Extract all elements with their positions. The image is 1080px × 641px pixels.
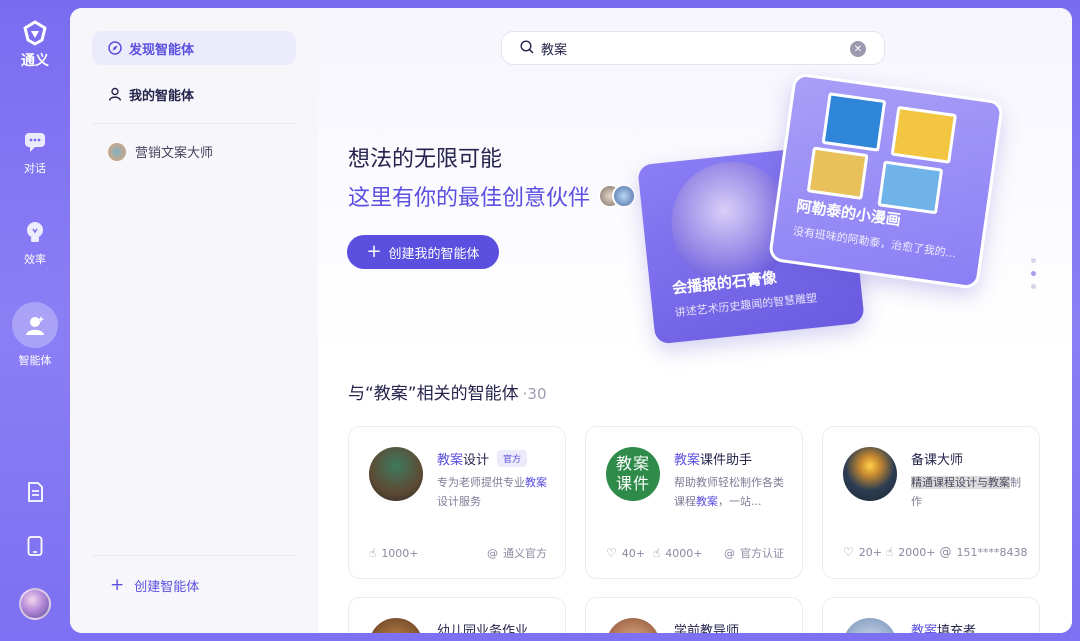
agent-card[interactable]: 教案 填充者 xyxy=(822,597,1040,633)
bulb-icon xyxy=(23,221,47,245)
rail-item-agents[interactable]: 智能体 xyxy=(0,302,70,368)
left-rail: 通义 对话 效率 智能体 xyxy=(0,0,70,641)
agent-name: 教案 填充者 xyxy=(911,624,977,633)
nav-my-agents[interactable]: 我的智能体 xyxy=(92,77,296,111)
hero-title: 想法的无限可能 xyxy=(348,147,503,172)
recent-agent-label: 营销文案大师 xyxy=(135,146,214,161)
at-icon: @ xyxy=(939,545,952,559)
agent-desc: 精通课程设计与教案制作 xyxy=(911,476,1021,508)
compass-icon xyxy=(108,41,122,55)
rail-item-label: 对话 xyxy=(24,162,46,175)
agent-name: 幼儿园业务作业... xyxy=(437,624,541,633)
sidebar: 发现智能体 我的智能体 营销文案大师 + 创建智能体 xyxy=(70,8,318,633)
sidebar-divider xyxy=(92,555,296,556)
official-badge: 官方 xyxy=(497,450,528,467)
content-area: ✕ 想法的无限可能 这里有你的最佳创意伙伴 + 创建我的智能体 会播报的石膏像 … xyxy=(318,8,1072,633)
agent-desc: 专为老师提供专业教案设计服务 xyxy=(437,476,547,508)
avatar-group xyxy=(598,184,637,208)
agent-avatar xyxy=(369,447,423,501)
main-panel: 发现智能体 我的智能体 营销文案大师 + 创建智能体 ✕ 想法的无限可能 xyxy=(70,8,1072,633)
comic-tile-image xyxy=(821,92,887,152)
plus-icon: + xyxy=(110,575,125,595)
app-logo[interactable]: 通义 xyxy=(0,20,70,70)
agent-avatar xyxy=(606,618,660,633)
agent-card[interactable]: 幼儿园业务作业... xyxy=(348,597,566,633)
agent-card[interactable]: 教案 课件 教案 课件助手 帮助教师轻松制作各类课程教案，一站... ♡ 40+ ☝ 4… xyxy=(585,426,803,579)
hand-icon: ☝ xyxy=(369,546,377,560)
search-icon xyxy=(520,39,534,58)
heart-icon: ♡ xyxy=(606,546,617,560)
heart-icon: ♡ xyxy=(843,545,854,559)
create-agent-button[interactable]: + 创建智能体 xyxy=(110,575,200,596)
agent-stats: ♡ 40+ ☝ 4000+ @ 官方认证 xyxy=(606,546,784,560)
agent-desc: 帮助教师轻松制作各类课程教案，一站... xyxy=(674,476,784,508)
user-icon xyxy=(108,87,122,101)
chat-icon xyxy=(23,130,47,154)
results-count: 30 xyxy=(527,385,547,403)
results-heading: 与“教案”相关的智能体 ·30 xyxy=(348,384,547,404)
agent-name: 教案 设计 官方 xyxy=(437,449,528,468)
hero-subtitle-text: 这里有你的最佳创意伙伴 xyxy=(348,186,591,211)
comic-tile-image xyxy=(877,160,944,215)
hand-icon: ☝ xyxy=(652,546,661,560)
search-bar[interactable]: ✕ xyxy=(501,31,885,65)
agent-name: 学前教导师 xyxy=(674,624,740,633)
agent-avatar xyxy=(108,142,126,161)
agent-avatar: 教案 课件 xyxy=(606,447,660,501)
featured-desc: 没有班味的阿勒泰，治愈了我的... xyxy=(792,224,957,261)
hero-subtitle: 这里有你的最佳创意伙伴 xyxy=(348,180,637,212)
recent-agent-item[interactable]: 营销文案大师 xyxy=(108,142,213,161)
agent-name: 教案 课件助手 xyxy=(674,453,753,468)
search-input[interactable] xyxy=(541,40,841,56)
brand-name: 通义 xyxy=(21,53,49,69)
create-agent-label: 创建智能体 xyxy=(134,580,200,595)
agent-icon xyxy=(12,302,58,348)
tongyi-logo-icon xyxy=(22,20,48,46)
rail-item-chat[interactable]: 对话 xyxy=(0,130,70,176)
comic-tile-image xyxy=(890,105,957,164)
agent-name: 备课大师 xyxy=(911,453,964,468)
sidebar-divider xyxy=(92,123,296,124)
rail-item-efficiency[interactable]: 效率 xyxy=(0,221,70,267)
create-my-agent-button[interactable]: + 创建我的智能体 xyxy=(347,235,499,269)
agent-avatar xyxy=(843,618,897,633)
agent-stats: ♡ 20+ ☝ 2000+ @151****8438 xyxy=(843,545,1028,559)
nav-label: 我的智能体 xyxy=(129,88,195,104)
nav-discover-agents[interactable]: 发现智能体 xyxy=(92,31,296,65)
agent-avatar xyxy=(843,447,897,501)
rail-item-label: 效率 xyxy=(24,253,46,266)
avatar[interactable] xyxy=(19,588,51,620)
comic-tile-image xyxy=(806,146,869,200)
nav-label: 发现智能体 xyxy=(129,42,195,58)
document-icon[interactable] xyxy=(23,480,47,504)
avatar xyxy=(612,184,637,208)
agent-card[interactable]: 教案 设计 官方 专为老师提供专业教案设计服务 ☝ 1000+ @ 通义官方 xyxy=(348,426,566,579)
agent-card[interactable]: 学前教导师 xyxy=(585,597,803,633)
at-icon: @ xyxy=(724,546,735,560)
agent-card[interactable]: 备课大师 精通课程设计与教案制作 ♡ 20+ ☝ 2000+ @151****843… xyxy=(822,426,1040,579)
carousel-dots[interactable] xyxy=(1031,258,1036,297)
clear-search-icon[interactable]: ✕ xyxy=(850,41,866,57)
hand-icon: ☝ xyxy=(885,545,894,559)
cta-label: 创建我的智能体 xyxy=(388,246,480,262)
featured-card-comic[interactable]: 阿勒泰的小漫画 没有班味的阿勒泰，治愈了我的... xyxy=(767,72,1005,290)
results-heading-text: 与“教案”相关的智能体 xyxy=(348,384,519,404)
featured-title: 会播报的石膏像 xyxy=(671,268,778,298)
agent-stats: ☝ 1000+ @ 通义官方 xyxy=(369,546,547,560)
plus-icon: + xyxy=(366,241,382,262)
at-icon: @ xyxy=(487,546,498,560)
rail-item-label: 智能体 xyxy=(18,354,52,367)
tablet-icon[interactable] xyxy=(23,534,47,558)
agent-avatar xyxy=(369,618,423,633)
